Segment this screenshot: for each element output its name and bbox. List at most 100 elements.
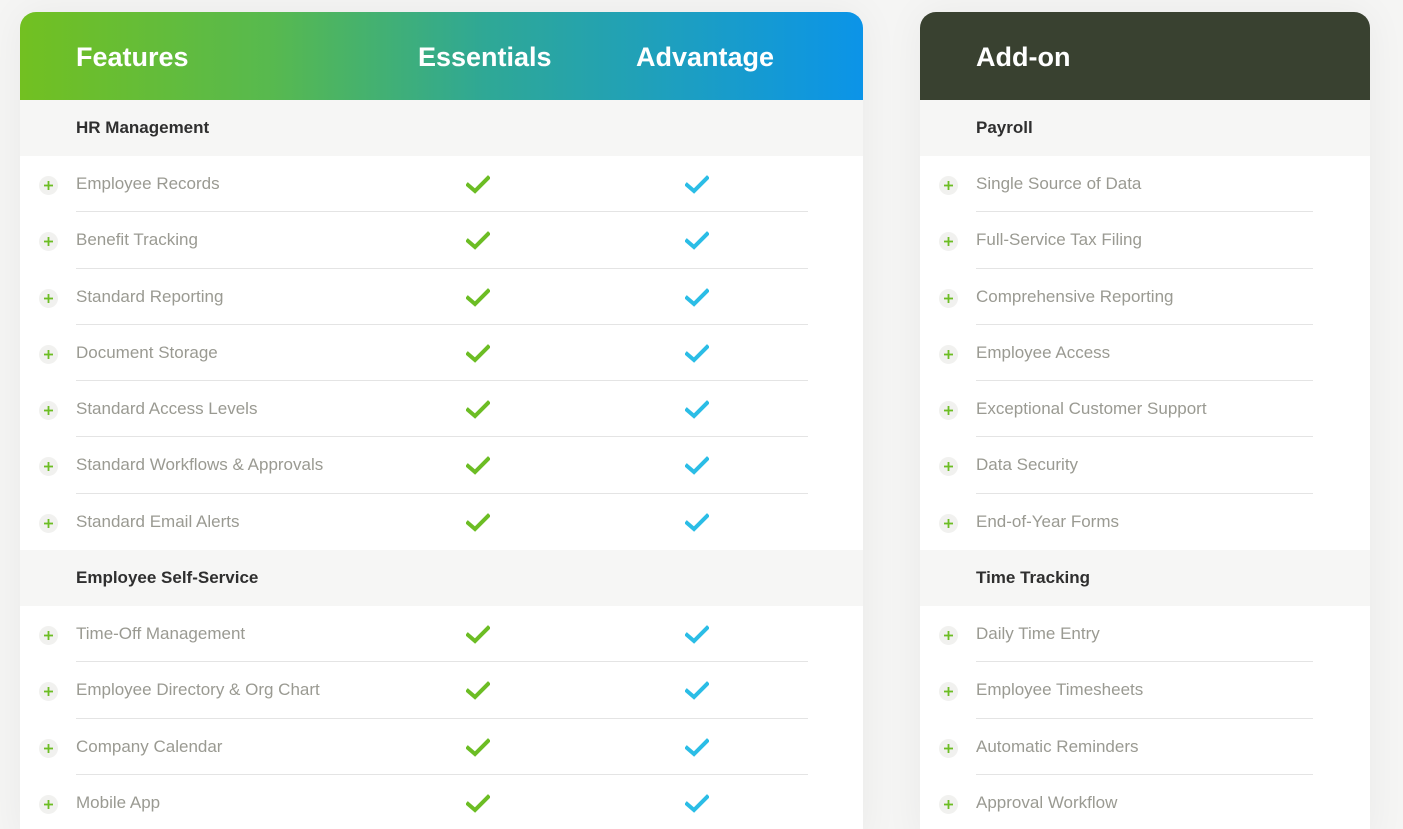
expand-plus-icon[interactable] [939, 513, 958, 533]
section-header: HR Management [20, 100, 863, 156]
feature-row[interactable]: Benefit Tracking [20, 212, 863, 269]
feature-label: Exceptional Customer Support [976, 399, 1207, 419]
feature-row[interactable]: Standard Reporting [20, 269, 863, 325]
expand-plus-icon[interactable] [939, 738, 958, 758]
section-title: Time Tracking [976, 568, 1091, 588]
expand-plus-icon[interactable] [939, 457, 958, 477]
addon-table-body: Payroll Single Source of Data Full-Service… [920, 100, 1370, 829]
advantage-check-icon [684, 737, 710, 757]
addon-card: Add-on Payroll Single Source of Data Full-… [920, 12, 1370, 829]
features-header: Features Essentials Advantage [20, 12, 863, 100]
feature-label: Daily Time Entry [976, 624, 1100, 644]
feature-row[interactable]: Standard Access Levels [20, 381, 863, 438]
expand-plus-icon[interactable] [939, 401, 958, 421]
advantage-check-icon [684, 344, 710, 363]
feature-label: Standard Workflows & Approvals [76, 455, 324, 475]
expand-plus-icon[interactable] [939, 288, 958, 308]
feature-row[interactable]: Employee Directory & Org Chart [20, 662, 863, 719]
feature-label: Approval Workflow [976, 792, 1118, 812]
advantage-check-icon [684, 794, 710, 813]
feature-label: Mobile App [76, 792, 161, 812]
advantage-check-icon [684, 400, 710, 419]
expand-plus-icon[interactable] [939, 176, 958, 195]
expand-plus-icon[interactable] [939, 232, 958, 252]
essentials-column-title: Essentials [418, 42, 552, 72]
feature-row[interactable]: Automatic Reminders [920, 719, 1370, 775]
essentials-check-icon [465, 231, 491, 251]
essentials-check-icon [465, 456, 491, 476]
advantage-check-icon [684, 175, 710, 194]
section-header: Employee Self-Service [20, 550, 863, 607]
essentials-check-icon [465, 175, 491, 194]
expand-plus-icon[interactable] [939, 344, 958, 364]
feature-label: Employee Access [976, 342, 1111, 362]
feature-label: End-of-Year Forms [976, 511, 1119, 531]
section-title: Payroll [976, 118, 1033, 137]
feature-row[interactable]: Standard Email Alerts [20, 494, 863, 550]
expand-plus-icon[interactable] [939, 794, 958, 814]
advantage-column-title: Advantage [636, 42, 775, 72]
advantage-check-icon [684, 512, 710, 532]
advantage-check-icon [684, 625, 710, 644]
advantage-check-icon [684, 681, 710, 701]
feature-row[interactable]: Approval Workflow [920, 775, 1370, 829]
feature-row[interactable]: Document Storage [20, 325, 863, 382]
expand-plus-icon[interactable] [39, 344, 58, 364]
feature-label: Data Security [976, 455, 1079, 475]
feature-label: Standard Access Levels [76, 399, 258, 419]
feature-label: Employee Records [76, 174, 220, 193]
feature-label: Employee Timesheets [976, 680, 1144, 700]
features-column-title: Features [76, 42, 189, 72]
advantage-check-icon [684, 456, 710, 476]
section-header: Time Tracking [920, 550, 1370, 607]
feature-row[interactable]: Single Source of Data [920, 156, 1370, 213]
essentials-check-icon [465, 512, 491, 532]
expand-plus-icon[interactable] [39, 738, 58, 758]
section-header: Payroll [920, 100, 1370, 156]
expand-plus-icon[interactable] [39, 288, 58, 308]
expand-plus-icon[interactable] [939, 682, 958, 702]
essentials-check-icon [465, 794, 491, 813]
expand-plus-icon[interactable] [39, 626, 58, 646]
expand-plus-icon[interactable] [39, 401, 58, 421]
essentials-check-icon [465, 400, 491, 419]
addon-header: Add-on [920, 12, 1370, 100]
feature-row[interactable]: Full-Service Tax Filing [920, 212, 1370, 269]
expand-plus-icon[interactable] [39, 232, 58, 252]
feature-row[interactable]: Standard Workflows & Approvals [20, 437, 863, 494]
feature-row[interactable]: Daily Time Entry [920, 606, 1370, 663]
feature-row[interactable]: Employee Records [20, 156, 863, 213]
feature-row[interactable]: End-of-Year Forms [920, 494, 1370, 550]
advantage-check-icon [684, 231, 710, 251]
feature-label: Comprehensive Reporting [976, 286, 1174, 306]
feature-row[interactable]: Data Security [920, 437, 1370, 494]
feature-label: Automatic Reminders [976, 736, 1139, 756]
feature-label: Full-Service Tax Filing [976, 230, 1142, 250]
section-title: HR Management [76, 118, 210, 137]
feature-label: Employee Directory & Org Chart [76, 680, 320, 700]
expand-plus-icon[interactable] [39, 794, 58, 814]
expand-plus-icon[interactable] [39, 457, 58, 477]
feature-label: Single Source of Data [976, 174, 1142, 193]
feature-row[interactable]: Exceptional Customer Support [920, 381, 1370, 438]
feature-label: Time-Off Management [76, 624, 246, 644]
feature-row[interactable]: Mobile App [20, 775, 863, 829]
feature-label: Benefit Tracking [76, 230, 198, 250]
feature-row[interactable]: Employee Access [920, 325, 1370, 382]
feature-row[interactable]: Comprehensive Reporting [920, 269, 1370, 325]
expand-plus-icon[interactable] [939, 626, 958, 646]
expand-plus-icon[interactable] [39, 176, 58, 195]
feature-row[interactable]: Employee Timesheets [920, 662, 1370, 719]
essentials-check-icon [465, 681, 491, 701]
feature-row[interactable]: Time-Off Management [20, 606, 863, 663]
features-table-body: HR Management Employee Records Benefit Tra… [20, 100, 863, 829]
feature-row[interactable]: Company Calendar [20, 719, 863, 775]
section-title: Employee Self-Service [76, 568, 259, 588]
feature-label: Company Calendar [76, 736, 223, 756]
expand-plus-icon[interactable] [39, 513, 58, 533]
essentials-check-icon [465, 287, 491, 307]
feature-label: Standard Reporting [76, 286, 224, 306]
essentials-check-icon [465, 344, 491, 363]
feature-label: Standard Email Alerts [76, 511, 240, 531]
expand-plus-icon[interactable] [39, 682, 58, 702]
